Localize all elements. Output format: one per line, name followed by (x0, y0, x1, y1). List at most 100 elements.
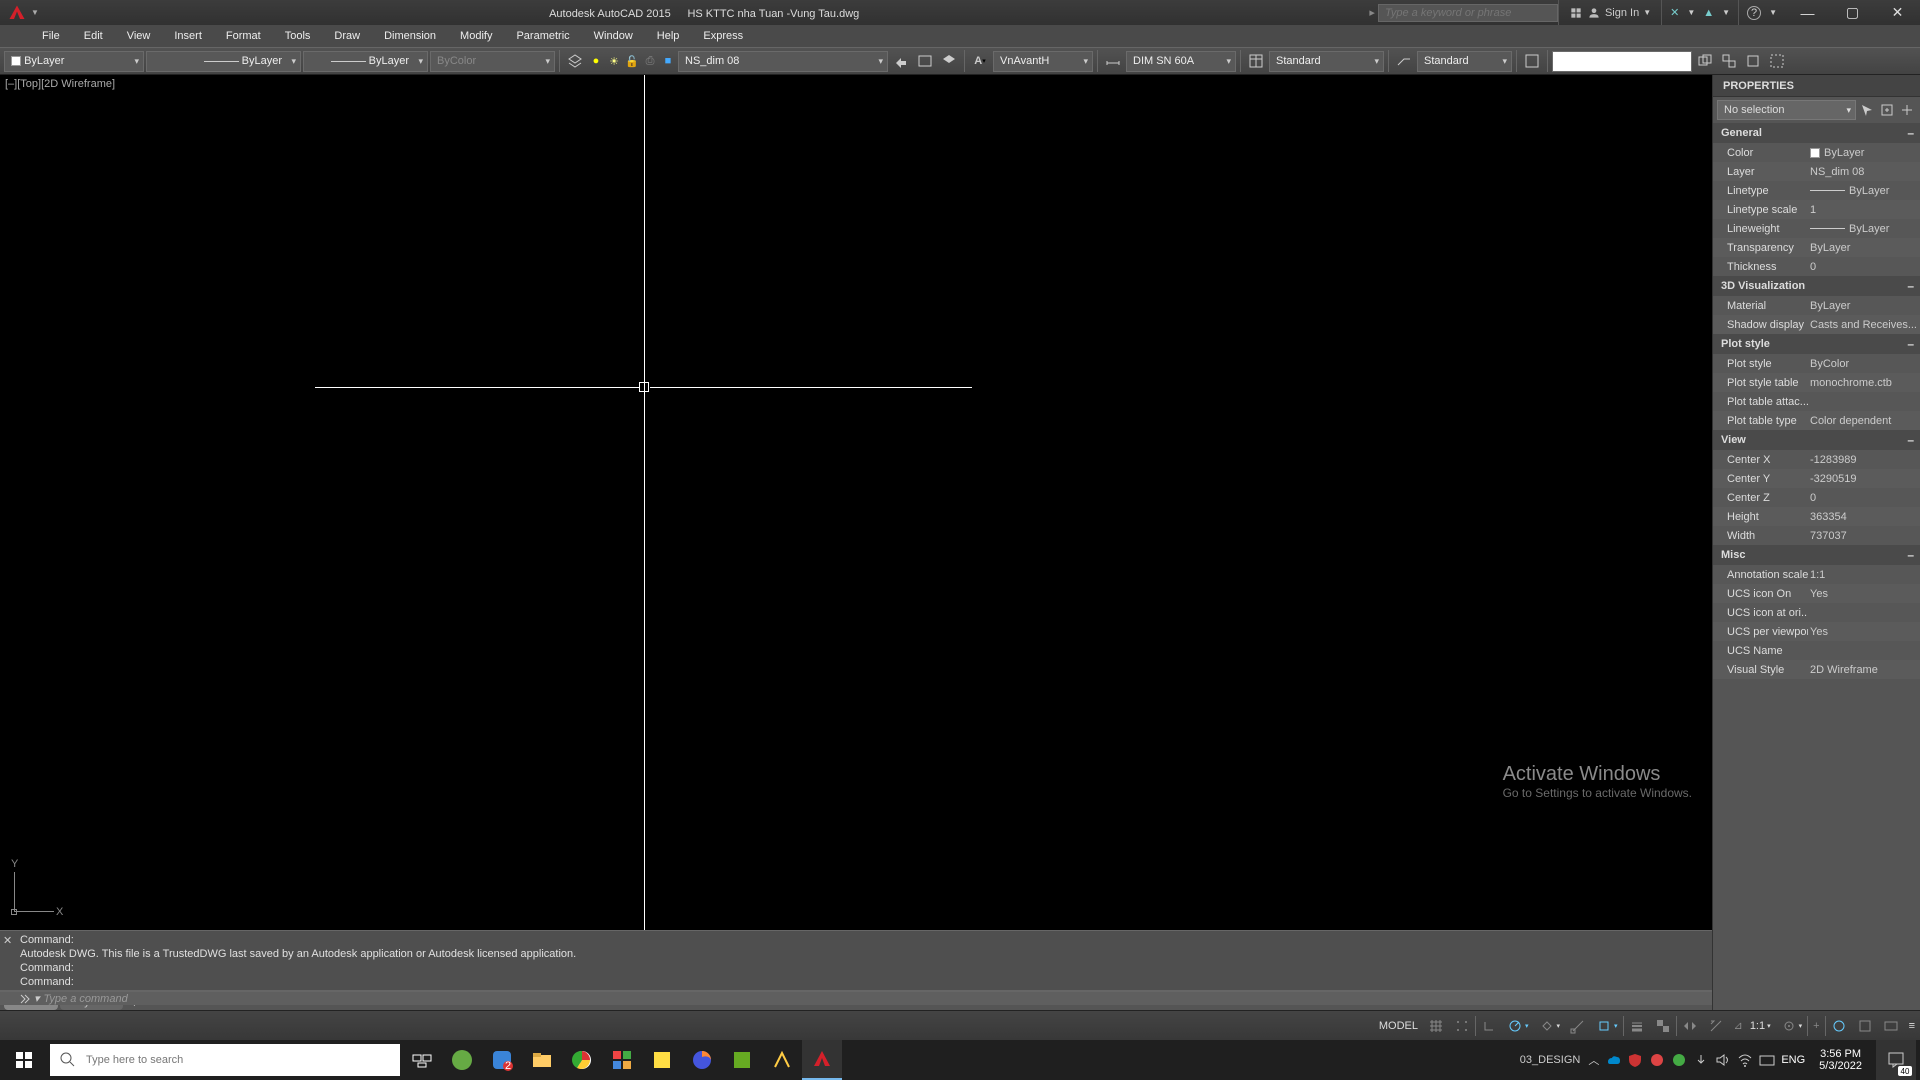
command-input[interactable]: ▾ Type a command (0, 991, 1712, 1005)
group-view[interactable]: View– (1713, 430, 1920, 450)
menu-parametric[interactable]: Parametric (504, 25, 581, 47)
tb-explorer[interactable] (522, 1040, 562, 1080)
layer-on-icon[interactable]: ● (588, 51, 604, 72)
prop-val[interactable]: Color dependent (1808, 415, 1920, 427)
layer-lock-icon[interactable]: 🔓 (624, 51, 640, 72)
tray-app-icon[interactable] (1649, 1052, 1665, 1068)
annotation-scale[interactable]: ⊿ 1:1▾ (1729, 1011, 1776, 1040)
menu-format[interactable]: Format (214, 25, 273, 47)
tb-app-1[interactable] (442, 1040, 482, 1080)
tray-speaker-icon[interactable] (1715, 1052, 1731, 1068)
layer-properties-icon[interactable] (564, 51, 586, 72)
group-general[interactable]: General– (1713, 123, 1920, 143)
menu-edit[interactable]: Edit (72, 25, 115, 47)
tray-wifi-icon[interactable] (1737, 1052, 1753, 1068)
help-icon[interactable]: ? (1747, 6, 1761, 20)
tb-firefox[interactable] (682, 1040, 722, 1080)
dim-style-icon[interactable] (1102, 51, 1124, 72)
selection-combo[interactable]: No selection▾ (1717, 100, 1856, 120)
prop-val[interactable]: 2D Wireframe (1808, 664, 1920, 676)
tray-arrow-icon[interactable] (1693, 1052, 1709, 1068)
group-misc[interactable]: Misc– (1713, 545, 1920, 565)
tablestyle-control[interactable]: Standard▾ (1269, 51, 1384, 72)
groupbox-icon[interactable] (1766, 51, 1788, 72)
tb-autocad[interactable] (802, 1040, 842, 1080)
help-search-input[interactable] (1378, 4, 1558, 22)
prop-val[interactable]: ByLayer (1808, 300, 1920, 312)
tb-app-yellow[interactable] (762, 1040, 802, 1080)
menu-help[interactable]: Help (645, 25, 692, 47)
text-style-icon[interactable]: A▾ (969, 51, 991, 72)
prop-val[interactable]: ByLayer (1808, 185, 1920, 197)
tb-chrome[interactable] (562, 1040, 602, 1080)
menu-window[interactable]: Window (582, 25, 645, 47)
prop-val[interactable]: Casts and Receives... (1808, 319, 1920, 331)
prop-val[interactable]: 1:1 (1808, 569, 1920, 581)
tray-chrome-icon[interactable] (1671, 1052, 1687, 1068)
tray-clock[interactable]: 3:56 PM 5/3/2022 (1811, 1048, 1870, 1072)
drawing-canvas[interactable]: Y X Activate Windows Go to Settings to a… (0, 75, 1712, 930)
prop-val[interactable]: 0 (1808, 492, 1920, 504)
menu-modify[interactable]: Modify (448, 25, 504, 47)
layer-color-icon[interactable]: ■ (660, 51, 676, 72)
tray-language[interactable]: ENG (1781, 1054, 1805, 1066)
tb-app-dark[interactable] (722, 1040, 762, 1080)
tb-app-2[interactable]: 2 (482, 1040, 522, 1080)
minimize-button[interactable]: — (1785, 0, 1830, 25)
dimstyle-control[interactable]: DIM SN 60A▾ (1126, 51, 1236, 72)
tb-app-3[interactable] (602, 1040, 642, 1080)
transparency-toggle[interactable] (1650, 1011, 1676, 1040)
multileader-icon[interactable] (1521, 51, 1543, 72)
layer-plot-icon[interactable]: ⎙ (642, 51, 658, 72)
color-control[interactable]: ByLayer▾ (4, 51, 144, 72)
find-input[interactable] (1552, 51, 1692, 72)
prop-val[interactable]: ByLayer (1808, 223, 1920, 235)
snap-toggle[interactable] (1449, 1011, 1475, 1040)
prop-val[interactable]: 363354 (1808, 511, 1920, 523)
hardware-accel[interactable] (1826, 1011, 1852, 1040)
pickadd-icon[interactable] (1878, 101, 1896, 119)
tray-expand-icon[interactable]: ︿ (1588, 1052, 1599, 1068)
layer-freeze-icon[interactable]: ☀ (606, 51, 622, 72)
exchange-icon[interactable]: ✕ (1670, 6, 1679, 19)
mleader-style-icon[interactable] (1393, 51, 1415, 72)
isolate-objects[interactable] (1852, 1011, 1878, 1040)
layer-previous-icon[interactable] (890, 51, 912, 72)
selection-cycling[interactable] (1677, 1011, 1703, 1040)
prop-val[interactable]: ByLayer (1808, 147, 1920, 159)
prop-val[interactable]: ByColor (1808, 358, 1920, 370)
command-window[interactable]: ✕ Command: Autodesk DWG. This file is a … (0, 930, 1712, 990)
start-button[interactable] (0, 1040, 48, 1080)
close-button[interactable]: ✕ (1875, 0, 1920, 25)
status-model[interactable]: MODEL (1374, 1011, 1423, 1040)
app-menu-dropdown[interactable]: ▼ (31, 8, 39, 17)
cmdwin-close-icon[interactable]: ✕ (3, 934, 12, 947)
ungroup-icon[interactable] (1718, 51, 1740, 72)
layer-state-icon[interactable] (914, 51, 936, 72)
group-plot[interactable]: Plot style– (1713, 334, 1920, 354)
lineweight-control[interactable]: ByLayer▾ (303, 51, 428, 72)
taskbar-search[interactable]: Type here to search (50, 1044, 400, 1076)
polar-toggle[interactable]: ▾ (1502, 1011, 1534, 1040)
isodraft-toggle[interactable]: ▾ (1534, 1011, 1566, 1040)
app-logo[interactable] (4, 0, 29, 25)
annotation-scale-icon[interactable] (1703, 1011, 1729, 1040)
prop-val[interactable]: -1283989 (1808, 454, 1920, 466)
layer-isolate-icon[interactable] (938, 51, 960, 72)
ortho-toggle[interactable] (1476, 1011, 1502, 1040)
menu-file[interactable]: File (30, 25, 72, 47)
tray-onedrive-icon[interactable] (1605, 1052, 1621, 1068)
menu-insert[interactable]: Insert (162, 25, 214, 47)
group-icon[interactable] (1694, 51, 1716, 72)
prop-val[interactable]: Yes (1808, 588, 1920, 600)
maximize-button[interactable]: ▢ (1830, 0, 1875, 25)
prop-val[interactable]: 737037 (1808, 530, 1920, 542)
osnaptrack-toggle[interactable]: ▾ (1591, 1011, 1623, 1040)
mleaderstyle-control[interactable]: Standard▾ (1417, 51, 1512, 72)
prop-val[interactable]: NS_dim 08 (1808, 166, 1920, 178)
selectobjects-icon[interactable] (1898, 101, 1916, 119)
linetype-control[interactable]: ByLayer▾ (146, 51, 301, 72)
clean-screen[interactable] (1878, 1011, 1904, 1040)
prop-val[interactable]: ByLayer (1808, 242, 1920, 254)
plotstyle-control[interactable]: ByColor▾ (430, 51, 555, 72)
